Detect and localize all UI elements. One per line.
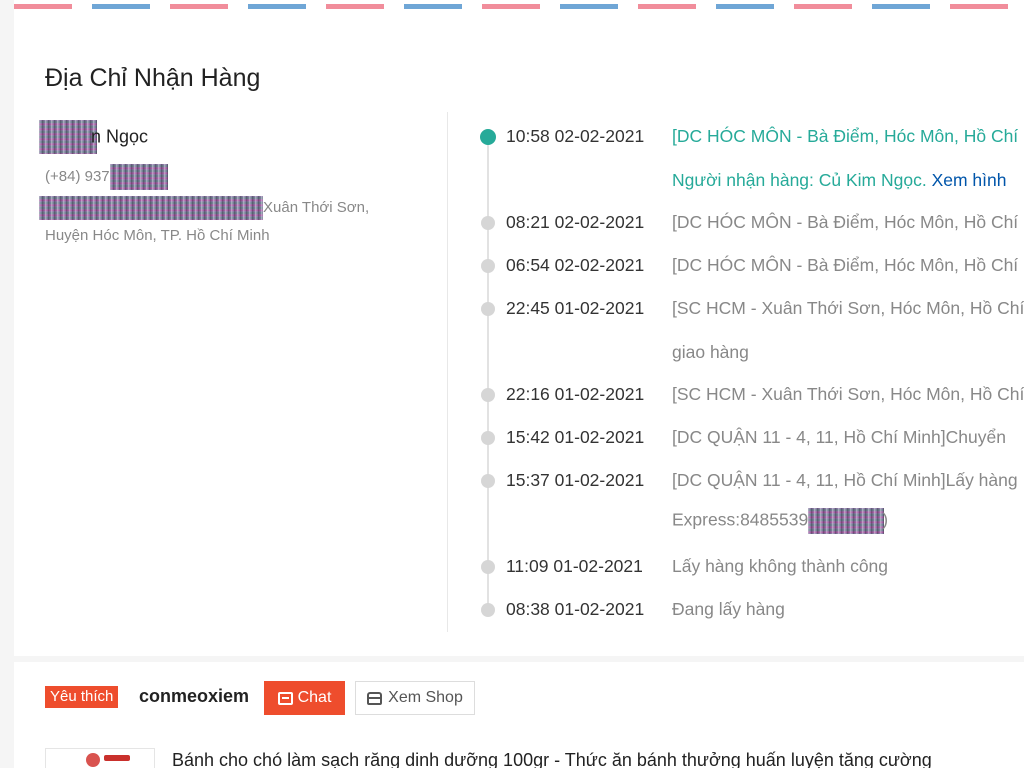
product-title[interactable]: Bánh cho chó làm sạch răng dinh dưỡng 10…: [172, 750, 932, 768]
tracking-timeline: 10:58 02-02-2021 [DC HÓC MÔN - Bà Điểm, …: [474, 0, 1024, 656]
tracking-event: 15:42 01-02-2021 [DC QUẬN 11 - 4, 11, Hồ…: [474, 423, 1024, 453]
event-time: 15:42 01-02-2021: [506, 427, 645, 447]
favorite-shop-badge: Yêu thích: [45, 686, 119, 708]
timeline-dot: [481, 474, 495, 488]
view-photo-link[interactable]: Xem hình: [932, 170, 1007, 190]
event-description: [DC HÓC MÔN - Bà Điểm, Hóc Môn, Hồ Chí: [672, 212, 1019, 232]
event-time: 08:38 01-02-2021: [506, 599, 645, 619]
tracking-event: 15:37 01-02-2021 [DC QUẬN 11 - 4, 11, Hồ…: [474, 466, 1024, 496]
timeline-dot: [481, 216, 495, 230]
chat-button[interactable]: Chat: [264, 681, 345, 715]
timeline-dot-active: [480, 129, 496, 145]
tracking-event: 06:54 02-02-2021 [DC HÓC MÔN - Bà Điểm, …: [474, 251, 1024, 281]
event-description: [SC HCM - Xuân Thới Sơn, Hóc Môn, Hồ Chí: [672, 384, 1024, 404]
tracking-event: 08:21 02-02-2021 [DC HÓC MÔN - Bà Điểm, …: [474, 208, 1024, 238]
product-thumbnail[interactable]: [45, 748, 155, 768]
redacted-phone: [109, 164, 168, 190]
tracking-event: 22:16 01-02-2021 [SC HCM - Xuân Thới Sơn…: [474, 380, 1024, 410]
redacted-tracking-number: [808, 508, 885, 534]
tracking-event: 22:45 01-02-2021 [SC HCM - Xuân Thới Sơn…: [474, 294, 1024, 324]
event-time: 11:09 01-02-2021: [506, 556, 643, 576]
redacted-name: [39, 120, 97, 154]
event-time: 08:21 02-02-2021: [506, 212, 645, 232]
address-line-1: Xuân Thới Sơn,: [39, 196, 369, 220]
chat-icon: [277, 691, 293, 705]
tracking-event: 10:58 02-02-2021 [DC HÓC MÔN - Bà Điểm, …: [474, 122, 1024, 152]
column-divider: [447, 112, 448, 632]
shop-name[interactable]: conmeoxiem: [139, 686, 249, 707]
timeline-dot: [481, 560, 495, 574]
tracking-event: 08:38 01-02-2021 Đang lấy hàng: [474, 595, 1024, 625]
event-description: [DC HÓC MÔN - Bà Điểm, Hóc Môn, Hồ Chí: [672, 255, 1019, 275]
event-description: Lấy hàng không thành công: [672, 556, 889, 576]
event-description: [DC HÓC MÔN - Bà Điểm, Hóc Môn, Hồ Chí: [672, 126, 1019, 146]
event-time: 22:16 01-02-2021: [506, 384, 645, 404]
event-description: [DC QUẬN 11 - 4, 11, Hồ Chí Minh]Lấy hàn…: [672, 470, 1018, 490]
address-section-title: Địa Chỉ Nhận Hàng: [45, 64, 261, 92]
recipient-name: n Ngọc: [39, 120, 148, 154]
event-time: 22:45 01-02-2021: [506, 298, 645, 318]
event-continuation: Người nhận hàng: Củ Kim Ngọc. Xem hình: [672, 170, 1007, 190]
order-detail-card: Địa Chỉ Nhận Hàng n Ngọc (+84) 937 Xuân …: [14, 0, 1024, 656]
redacted-street: [39, 196, 263, 220]
event-time: 06:54 02-02-2021: [506, 255, 645, 275]
timeline-dot: [481, 388, 495, 402]
timeline-dot: [481, 259, 495, 273]
shop-logo-text: [104, 755, 130, 761]
event-continuation: giao hàng: [672, 342, 749, 362]
shop-card: Yêu thích conmeoxiem Chat Xem Shop Bánh …: [14, 662, 1024, 768]
shop-logo-mark: [86, 753, 100, 767]
event-description: Đang lấy hàng: [672, 599, 785, 619]
view-shop-button[interactable]: Xem Shop: [355, 681, 475, 715]
tracking-event: 11:09 01-02-2021 Lấy hàng không thành cô…: [474, 552, 1024, 582]
event-description: [DC QUẬN 11 - 4, 11, Hồ Chí Minh]Chuyển: [672, 427, 1006, 447]
recipient-phone: (+84) 937: [45, 164, 168, 190]
timeline-dot: [481, 431, 495, 445]
event-description: [SC HCM - Xuân Thới Sơn, Hóc Môn, Hồ Chí: [672, 298, 1024, 318]
event-time: 10:58 02-02-2021: [506, 126, 645, 146]
event-continuation: Express:8485539): [672, 508, 888, 534]
timeline-dot: [481, 603, 495, 617]
shop-icon: [367, 691, 383, 705]
timeline-dot: [481, 302, 495, 316]
event-time: 15:37 01-02-2021: [506, 470, 645, 490]
address-line-2: Huyện Hóc Môn, TP. Hồ Chí Minh: [45, 227, 270, 244]
